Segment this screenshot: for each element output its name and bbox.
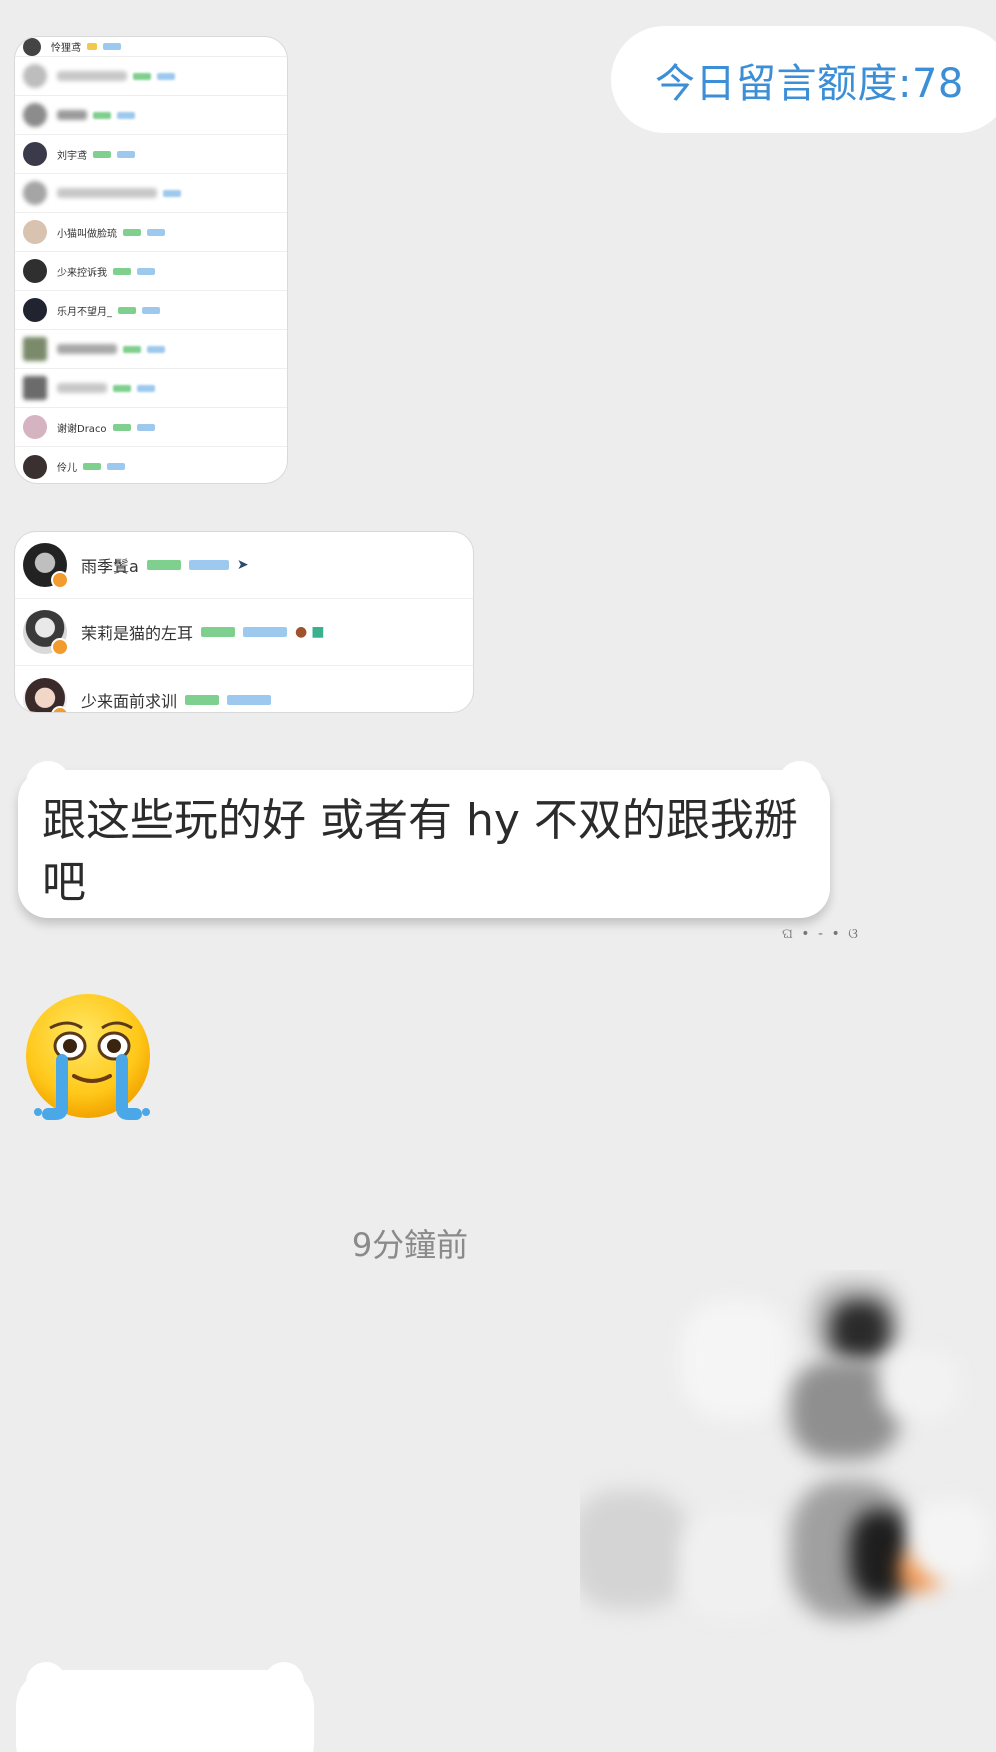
avatar [23, 677, 69, 712]
verified-badge [51, 705, 69, 712]
avatar [23, 610, 69, 656]
role-tag [137, 267, 155, 275]
list-item [15, 330, 287, 369]
blurred-name [57, 110, 87, 120]
verified-badge [51, 638, 69, 656]
bird-icon: ➤ [236, 557, 249, 573]
bear-icon: ● [295, 624, 308, 640]
role-tag [123, 228, 141, 236]
role-tag [147, 228, 165, 236]
avatar [23, 142, 47, 166]
list-item: 小猫叫做脸琉 [15, 213, 287, 252]
list-item [15, 57, 287, 96]
avatar [23, 181, 47, 205]
role-tag [163, 189, 181, 197]
member-list-screenshot-2[interactable]: 雨季鬒a ➤ 茉莉是猫的左耳 ● ■ 少来面前求训 [14, 531, 474, 713]
blur-patch [680, 1300, 790, 1420]
member-name: 怜狸鸢 [51, 43, 81, 54]
role-tag [123, 345, 141, 353]
avatar [23, 259, 47, 283]
role-tag [185, 694, 220, 705]
member-name: 刘宇鸢 [57, 150, 87, 162]
quota-bubble: 今日留言额度:78 [611, 26, 996, 133]
message-text: 跟这些玩的好 或者有 hy 不双的跟我掰吧 [42, 795, 798, 908]
blur-patch [830, 1300, 890, 1360]
role-tag [136, 423, 155, 431]
role-tag [133, 72, 151, 80]
blur-patch [680, 1510, 790, 1620]
role-tag [243, 627, 288, 637]
list-item: 谢谢Draco [15, 408, 287, 447]
blur-patch [850, 1510, 910, 1600]
role-tag [107, 463, 125, 470]
blurred-name [57, 383, 107, 393]
role-tag [103, 43, 121, 50]
list-item: 少来控诉我 [15, 252, 287, 291]
quota-label: 今日留言额度:78 [655, 60, 964, 107]
message-bubble[interactable]: 跟这些玩的好 或者有 hy 不双的跟我掰吧 [18, 761, 830, 918]
bubble-decoration: ଘ • - • ଓ [782, 926, 860, 942]
role-tag [118, 306, 136, 314]
role-tag [117, 111, 135, 119]
avatar [23, 543, 69, 589]
avatar [23, 298, 47, 322]
crying-face-emoji[interactable] [20, 990, 156, 1126]
list-item: 怜狸鸢 [15, 37, 287, 57]
member-name: 少来面前求训 [81, 691, 178, 711]
avatar [23, 415, 47, 439]
blur-patch [580, 1490, 690, 1610]
role-tag [117, 150, 135, 158]
role-tag [142, 306, 160, 314]
list-item: 茉莉是猫的左耳 ● ■ [15, 599, 473, 666]
partial-message-bubble[interactable] [16, 1662, 314, 1752]
role-tag [188, 560, 229, 570]
role-tag [113, 267, 131, 275]
role-tag [227, 694, 272, 705]
avatar [23, 220, 47, 244]
list-item [15, 369, 287, 408]
list-item [15, 96, 287, 135]
avatar [23, 37, 41, 56]
blurred-name [57, 188, 157, 198]
member-name: 乐月不望月_ [57, 306, 112, 318]
role-tag [93, 111, 111, 119]
list-item: 乐月不望月_ [15, 291, 287, 330]
blurred-name [57, 344, 117, 354]
role-tag [112, 423, 131, 431]
crown-badge [87, 43, 97, 50]
member-name: 雨季鬒a [81, 557, 139, 576]
member-name: 少来控诉我 [57, 267, 107, 279]
member-list-screenshot-1[interactable]: 怜狸鸢 刘宇鸢 小猫叫做脸琉 少来控诉我 乐月不望月_ 谢谢Draco 伶儿 [14, 36, 288, 484]
role-tag [113, 384, 131, 392]
member-name: 小猫叫做脸琉 [57, 228, 117, 240]
role-tag [147, 345, 165, 353]
role-tag [201, 627, 236, 637]
list-item [15, 174, 287, 213]
avatar [23, 376, 47, 400]
avatar [23, 454, 47, 479]
list-item: 伶儿 [15, 447, 287, 483]
role-tag [93, 150, 111, 158]
role-tag [137, 384, 155, 392]
chat-screen: 今日留言额度:78 怜狸鸢 刘宇鸢 小猫叫做脸琉 少来控诉我 乐月不望月_ 谢谢… [0, 0, 996, 1752]
member-name: 茉莉是猫的左耳 [81, 624, 194, 643]
list-item: 雨季鬒a ➤ [15, 532, 473, 599]
blurred-image-message[interactable] [580, 1270, 996, 1650]
blurred-name [57, 71, 127, 81]
list-item: 少来面前求训 [15, 666, 473, 712]
list-item: 刘宇鸢 [15, 135, 287, 174]
member-name: 谢谢Draco [57, 423, 107, 435]
blur-patch [880, 1350, 960, 1420]
role-tag [146, 560, 181, 570]
timestamp: 9分鐘前 [351, 1226, 469, 1264]
role-tag [83, 463, 101, 470]
sticker-icon: ■ [311, 624, 325, 640]
role-tag [157, 72, 175, 80]
avatar [23, 103, 47, 127]
avatar [23, 64, 47, 88]
member-name: 伶儿 [57, 463, 77, 474]
verified-badge [51, 571, 69, 589]
blur-patch [910, 1500, 990, 1580]
avatar [23, 337, 47, 361]
